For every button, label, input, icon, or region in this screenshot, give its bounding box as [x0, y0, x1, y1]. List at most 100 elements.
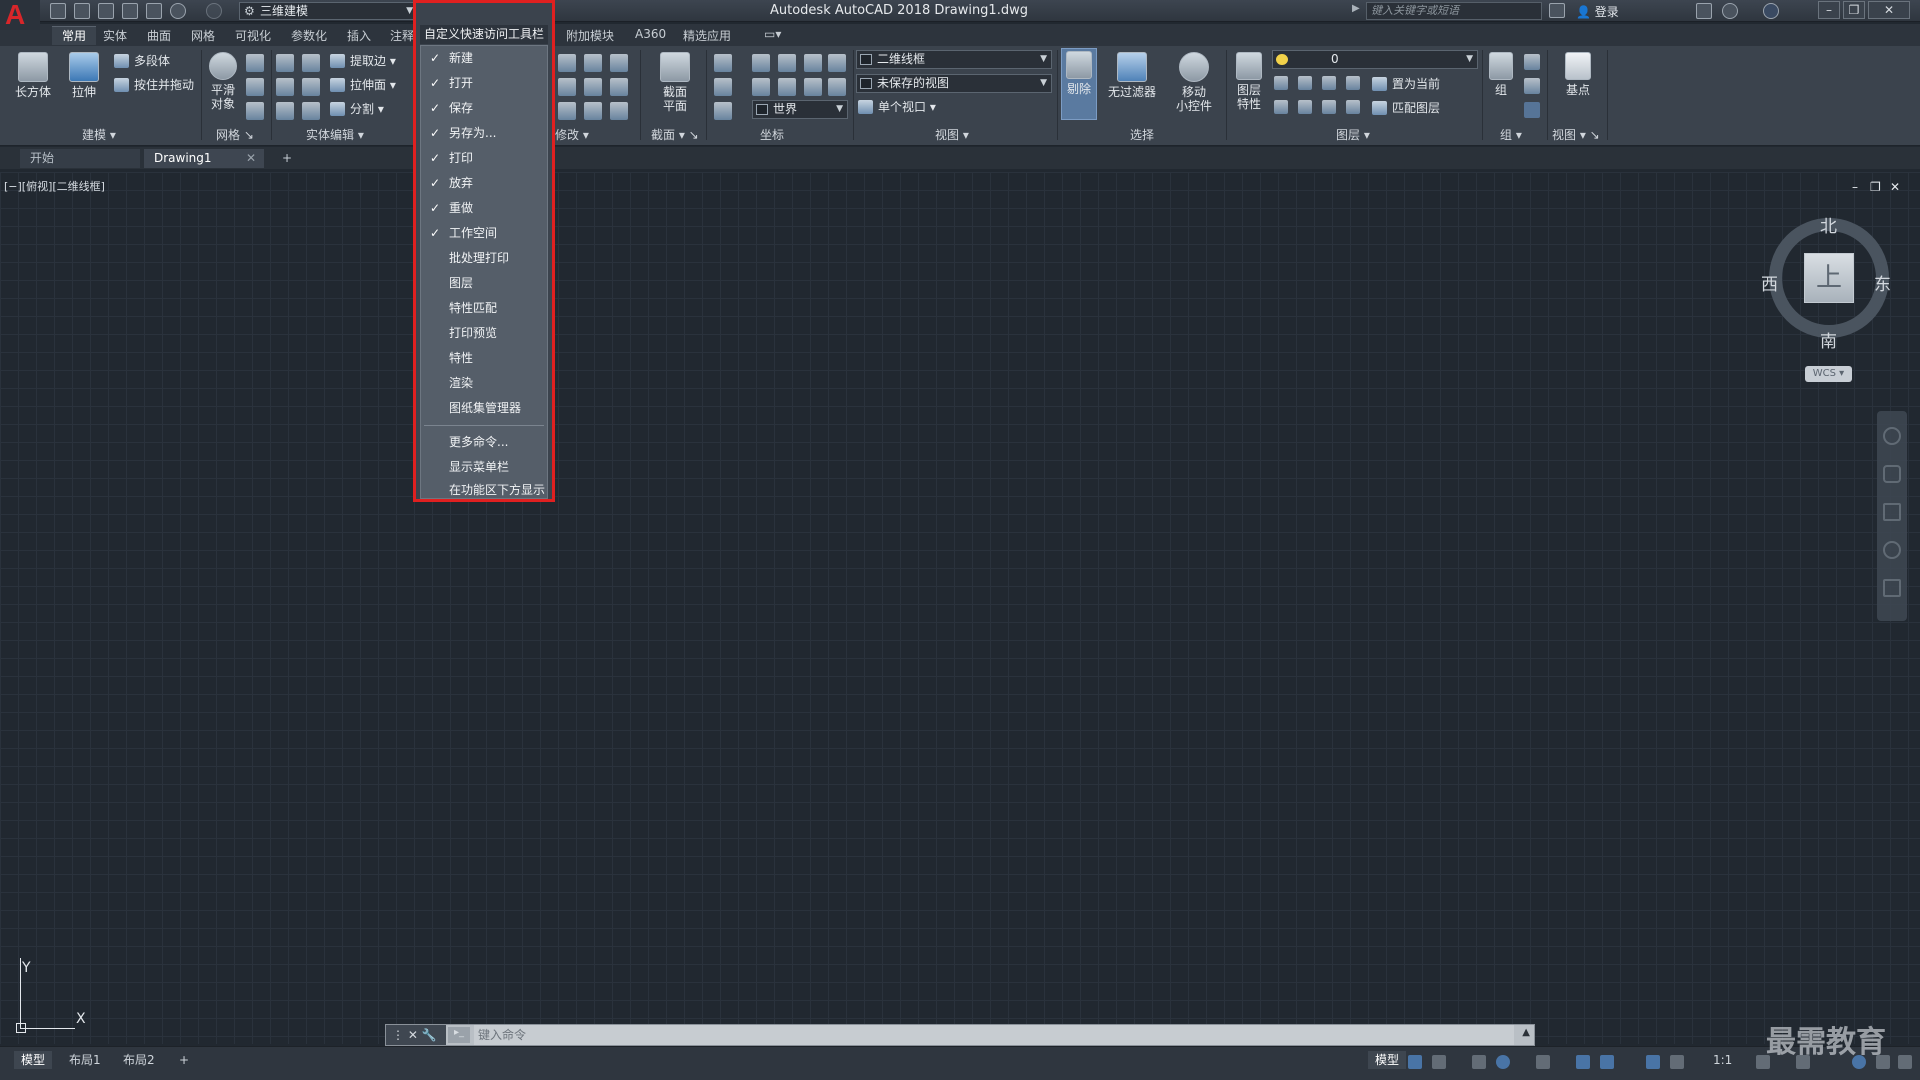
- menu-item-new[interactable]: ✓ 新建: [421, 47, 547, 69]
- thicken-icon[interactable]: [302, 102, 320, 120]
- viewcube-top-face[interactable]: 上: [1804, 253, 1854, 303]
- customization-menu-icon[interactable]: [1898, 1055, 1912, 1069]
- menu-item-show-below-ribbon[interactable]: 在功能区下方显示: [421, 481, 547, 499]
- compass-north[interactable]: 北: [1820, 212, 1837, 237]
- compass-west[interactable]: 西: [1761, 270, 1778, 295]
- add-layout-button[interactable]: +: [172, 1051, 196, 1069]
- rotate-icon[interactable]: [558, 78, 576, 96]
- new-icon[interactable]: [50, 3, 66, 19]
- undo-icon[interactable]: [170, 3, 186, 19]
- layout-tab-layout1[interactable]: 布局1: [62, 1051, 108, 1069]
- menu-item-save-as[interactable]: ✓ 另存为...: [421, 122, 547, 144]
- ucs-face-icon[interactable]: [828, 78, 846, 96]
- cart-icon[interactable]: [1696, 3, 1712, 19]
- base-point-button[interactable]: 基点: [1560, 52, 1596, 97]
- tab-options-icon[interactable]: ▭▾: [764, 27, 781, 41]
- menu-item-undo[interactable]: ✓ 放弃: [421, 172, 547, 194]
- saved-view-dropdown[interactable]: 未保存的视图 ▼: [856, 74, 1052, 93]
- close-button[interactable]: ✕: [1868, 1, 1910, 19]
- redo-icon[interactable]: [206, 3, 222, 19]
- panel-title-modeling[interactable]: 建模 ▾: [82, 126, 116, 142]
- panel-title-modify[interactable]: 修改 ▾: [555, 126, 589, 142]
- menu-item-plot-preview[interactable]: 打印预览: [421, 322, 547, 344]
- save-as-icon[interactable]: [122, 3, 138, 19]
- ucs-z-icon[interactable]: [804, 54, 822, 72]
- drawing-canvas[interactable]: [0, 172, 1920, 1044]
- command-line-handle[interactable]: ⋮ ✕ 🔧: [386, 1025, 446, 1045]
- layer-properties-button[interactable]: 图层 特性: [1230, 52, 1268, 111]
- close-icon[interactable]: ✕: [246, 149, 256, 168]
- grid-icon[interactable]: [1408, 1055, 1422, 1069]
- ucs-3point-icon[interactable]: [752, 78, 770, 96]
- mirror-icon[interactable]: [584, 78, 602, 96]
- mesh-tool-icon[interactable]: [246, 54, 264, 72]
- login-button[interactable]: 👤 登录: [1576, 3, 1619, 20]
- panel-title-mesh[interactable]: 网格 ↘: [216, 126, 254, 142]
- open-icon[interactable]: [74, 3, 90, 19]
- ucs-zaxis-icon[interactable]: [778, 78, 796, 96]
- fillet-icon[interactable]: [610, 78, 628, 96]
- compass-east[interactable]: 东: [1874, 270, 1891, 295]
- ucs-y-icon[interactable]: [778, 54, 796, 72]
- menu-item-open[interactable]: ✓ 打开: [421, 72, 547, 94]
- tab-a360[interactable]: A360: [635, 27, 666, 41]
- extract-edges-button[interactable]: 提取边 ▾: [328, 52, 396, 70]
- restore-button[interactable]: ❐: [1843, 1, 1865, 19]
- viewport-restore-icon[interactable]: ❐: [1870, 180, 1881, 194]
- binoculars-icon[interactable]: [1549, 3, 1565, 18]
- make-current-button[interactable]: 置为当前: [1370, 75, 1440, 93]
- layer-on-icon[interactable]: [1274, 100, 1288, 114]
- menu-item-match-properties[interactable]: 特性匹配: [421, 297, 547, 319]
- command-input[interactable]: 键入命令: [474, 1025, 1514, 1045]
- panel-title-solid-editing[interactable]: 实体编辑 ▾: [306, 126, 364, 142]
- minimize-button[interactable]: –: [1818, 1, 1840, 19]
- trim-icon[interactable]: [610, 54, 628, 72]
- panel-title-layers[interactable]: 图层 ▾: [1336, 126, 1370, 142]
- ucs-view-icon[interactable]: [714, 102, 732, 120]
- showmotion-icon[interactable]: [1883, 579, 1901, 597]
- ucs-world-icon[interactable]: [828, 54, 846, 72]
- scale-icon[interactable]: [558, 102, 576, 120]
- layer-dropdown[interactable]: 0 ▼: [1272, 50, 1478, 69]
- culling-button[interactable]: 剔除: [1061, 48, 1097, 120]
- menu-item-print[interactable]: ✓ 打印: [421, 147, 547, 169]
- expand-arrow-icon[interactable]: ▶: [1352, 3, 1360, 14]
- steering-wheel-icon[interactable]: [1883, 427, 1901, 445]
- panel-title-view[interactable]: 视图 ▾: [935, 126, 969, 142]
- wcs-menu[interactable]: WCS ▾: [1805, 366, 1852, 382]
- menu-item-save[interactable]: ✓ 保存: [421, 97, 547, 119]
- smooth-object-button[interactable]: 平滑 对象: [206, 52, 240, 111]
- layer-unisolate-icon[interactable]: [1298, 100, 1312, 114]
- menu-item-more-commands[interactable]: 更多命令...: [421, 431, 547, 453]
- layer-off-icon[interactable]: [1274, 76, 1288, 90]
- section-plane-button[interactable]: 截面 平面: [652, 52, 698, 113]
- tab-mesh[interactable]: 网格: [191, 27, 215, 44]
- workspace-dropdown[interactable]: ⚙ 三维建模 ▼: [239, 2, 417, 20]
- tab-solid[interactable]: 实体: [103, 27, 127, 44]
- mesh-refine-icon[interactable]: [246, 78, 264, 96]
- intersect-icon[interactable]: [276, 78, 294, 96]
- array-icon[interactable]: [610, 102, 628, 120]
- compass-south[interactable]: 南: [1820, 327, 1837, 352]
- menu-item-show-menu-bar[interactable]: 显示菜单栏: [421, 456, 547, 478]
- separate-button[interactable]: 分割 ▾: [328, 100, 384, 118]
- interfere-icon[interactable]: [276, 102, 294, 120]
- autodesk-a360-icon[interactable]: [1722, 3, 1738, 19]
- tab-insert[interactable]: 插入: [347, 27, 371, 44]
- ucs-x-icon[interactable]: [752, 54, 770, 72]
- ortho-icon[interactable]: [1472, 1055, 1486, 1069]
- orbit-icon[interactable]: [1883, 541, 1901, 559]
- save-icon[interactable]: [98, 3, 114, 19]
- application-menu-button[interactable]: A: [0, 0, 40, 30]
- search-input[interactable]: 键入关键字或短语: [1366, 2, 1542, 20]
- layer-unlock-icon[interactable]: [1346, 100, 1360, 114]
- print-icon[interactable]: [146, 3, 162, 19]
- match-layer-button[interactable]: 匹配图层: [1370, 99, 1440, 117]
- menu-item-render[interactable]: 渲染: [421, 372, 547, 394]
- auto-scale-icon[interactable]: [1670, 1055, 1684, 1069]
- help-icon[interactable]: [1763, 3, 1779, 19]
- layer-lock-icon[interactable]: [1346, 76, 1360, 90]
- tab-home[interactable]: 常用: [52, 26, 97, 45]
- tab-annotate[interactable]: 注释: [390, 27, 414, 44]
- tab-drawing1[interactable]: Drawing1 ✕: [144, 149, 264, 168]
